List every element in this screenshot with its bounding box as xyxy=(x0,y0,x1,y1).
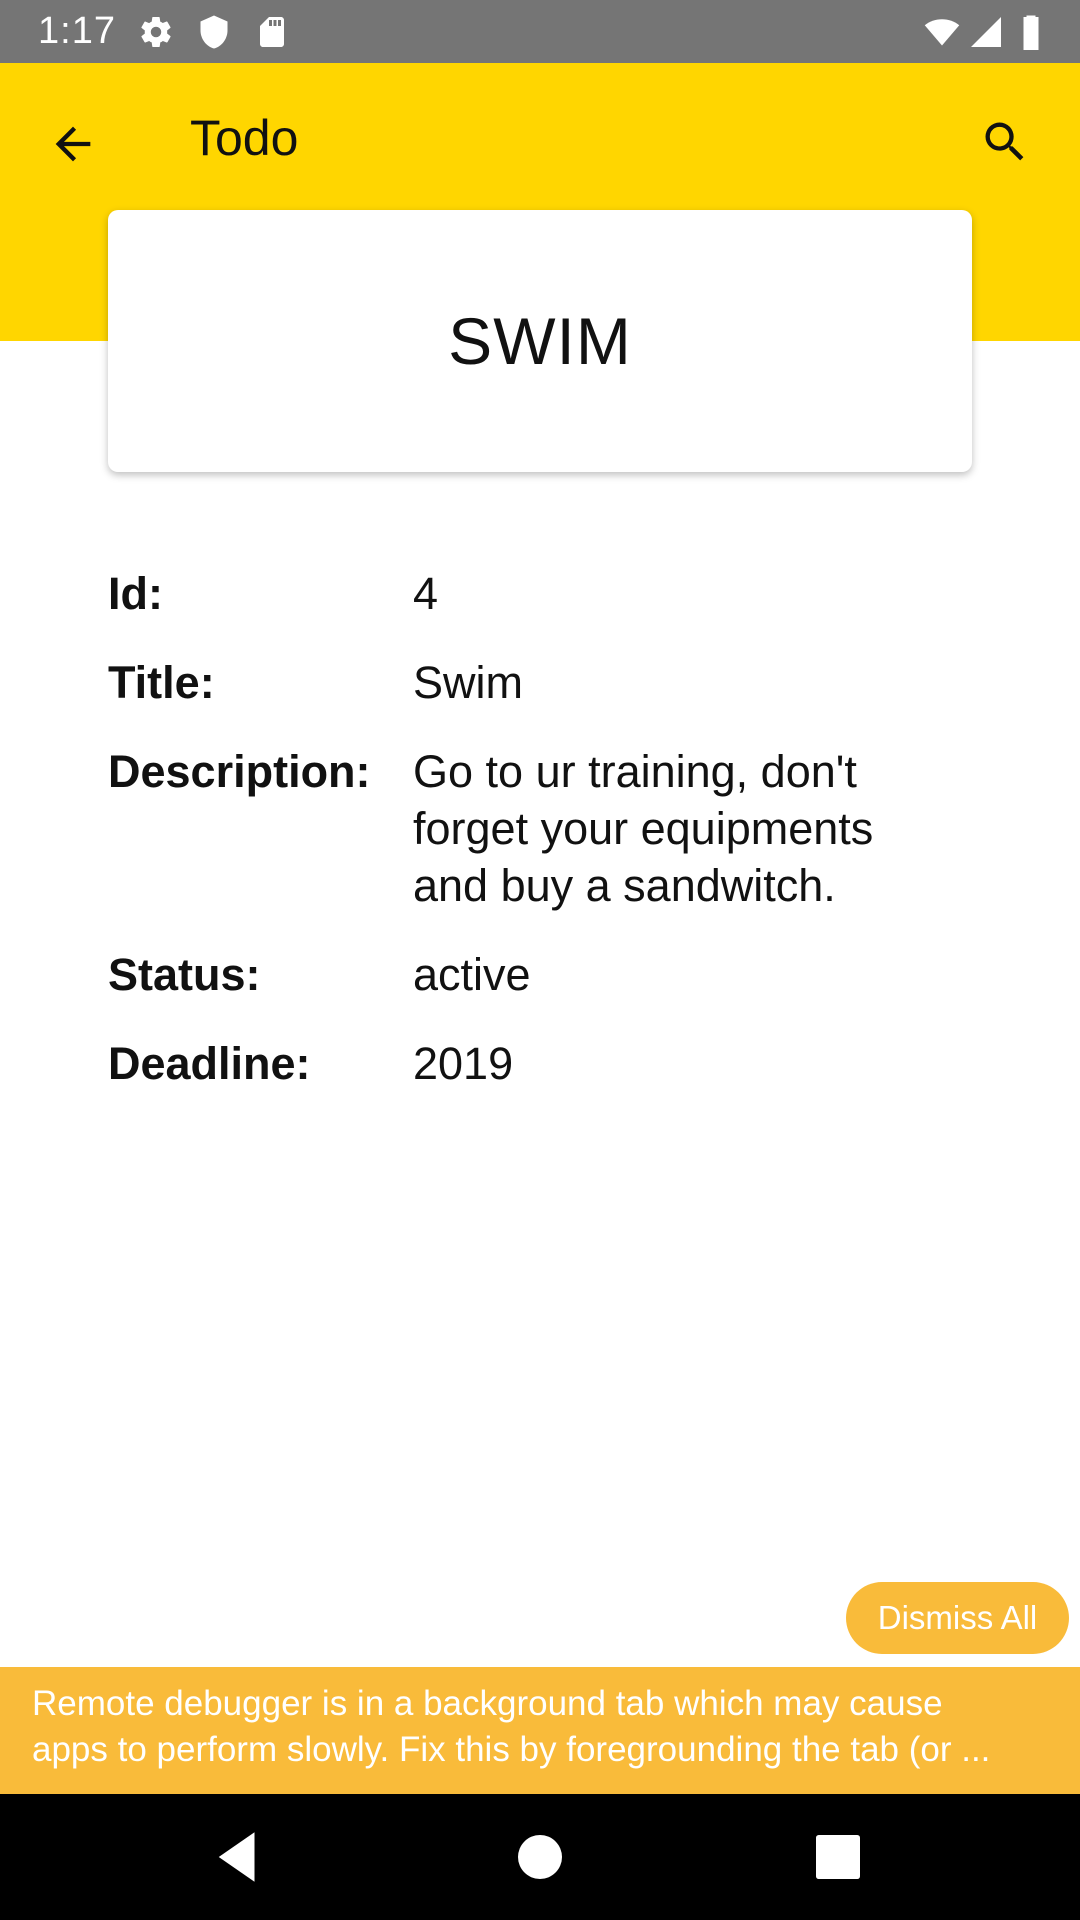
nav-recents-button[interactable] xyxy=(805,1824,871,1890)
detail-label: Status: xyxy=(108,949,261,1000)
warning-line-2: apps to perform slowly. Fix this by fore… xyxy=(32,1730,991,1769)
detail-row-title: Title: Swim xyxy=(108,654,988,711)
detail-row-description: Description: Go to ur training, don't fo… xyxy=(108,743,988,914)
warning-line-1: Remote debugger is in a background tab w… xyxy=(32,1684,943,1723)
detail-value: 2019 xyxy=(413,1038,514,1089)
circle-home-icon xyxy=(518,1835,562,1879)
battery-icon xyxy=(1016,14,1046,50)
signal-icon xyxy=(966,14,1006,50)
gear-icon xyxy=(138,14,174,50)
status-bar: 1:17 xyxy=(0,0,1080,63)
nav-back-button[interactable] xyxy=(205,1824,271,1890)
detail-value: Swim xyxy=(413,657,523,708)
detail-value: Go to ur training, don't forget your equ… xyxy=(413,746,874,911)
detail-value: active xyxy=(413,949,531,1000)
triangle-back-icon xyxy=(218,1832,255,1882)
nav-home-button[interactable] xyxy=(507,1824,573,1890)
detail-label: Description: xyxy=(108,746,371,797)
page-title: Todo xyxy=(190,110,299,166)
detail-value: 4 xyxy=(413,568,439,619)
navigation-bar xyxy=(0,1794,1080,1920)
dismiss-all-button[interactable]: Dismiss All xyxy=(846,1582,1069,1654)
detail-row-id: Id: 4 xyxy=(108,565,988,622)
search-icon xyxy=(985,122,1024,161)
sd-card-icon xyxy=(254,14,290,50)
back-button[interactable] xyxy=(40,111,106,177)
detail-label: Id: xyxy=(108,568,163,619)
square-recents-icon xyxy=(816,1835,860,1879)
search-button[interactable] xyxy=(972,109,1038,175)
arrow-back-icon xyxy=(55,126,91,162)
detail-label: Title: xyxy=(108,657,215,708)
status-time: 1:17 xyxy=(38,10,116,52)
detail-row-status: Status: active xyxy=(108,946,988,1003)
title-card: SWIM xyxy=(108,210,972,472)
details-list: Id: 4 Title: Swim Description: Go to ur … xyxy=(108,565,988,1124)
shield-icon xyxy=(196,14,232,50)
card-title: SWIM xyxy=(448,304,632,378)
detail-row-deadline: Deadline: 2019 xyxy=(108,1035,988,1092)
warning-banner[interactable]: Remote debugger is in a background tab w… xyxy=(0,1667,1080,1794)
detail-label: Deadline: xyxy=(108,1038,311,1089)
wifi-icon xyxy=(920,14,964,50)
